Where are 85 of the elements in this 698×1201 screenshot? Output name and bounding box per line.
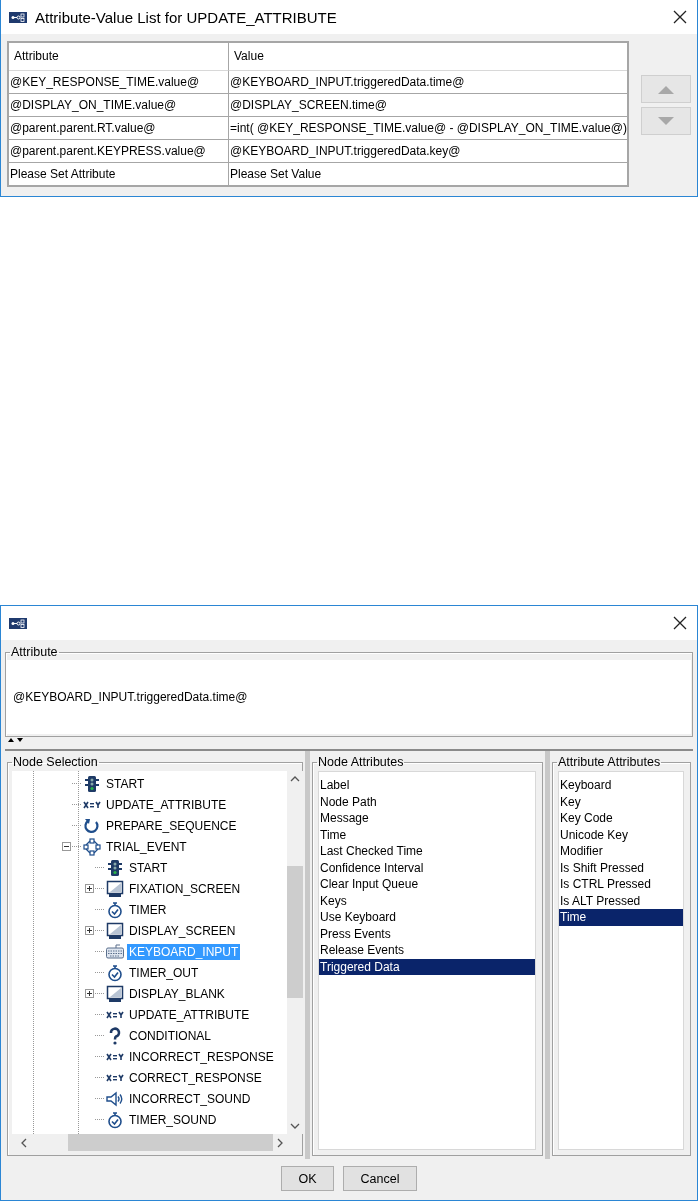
stopwatch-icon bbox=[108, 964, 122, 981]
table-cell[interactable]: @KEYBOARD_INPUT.triggeredData.key@ bbox=[229, 140, 627, 163]
table-cell[interactable]: @DISPLAY_SCREEN.time@ bbox=[229, 94, 627, 117]
list-item[interactable]: Release Events bbox=[319, 942, 535, 959]
tree-node[interactable]: TIMER_SOUND bbox=[127, 1111, 219, 1128]
list-item[interactable]: Modifier bbox=[559, 843, 683, 860]
list-item[interactable]: Key Code bbox=[559, 810, 683, 827]
stopwatch-icon bbox=[108, 901, 122, 918]
list-item[interactable]: Keyboard bbox=[559, 777, 683, 794]
ok-button[interactable]: OK bbox=[281, 1166, 334, 1191]
table-cell[interactable]: @parent.parent.RT.value@ bbox=[9, 117, 229, 140]
expand-toggle[interactable] bbox=[85, 926, 94, 935]
app-icon bbox=[9, 617, 27, 629]
attribute-field[interactable]: @KEYBOARD_INPUT.triggeredData.time@ bbox=[7, 660, 691, 734]
traffic-light-icon bbox=[108, 859, 122, 876]
equals-icon bbox=[106, 1052, 124, 1061]
keyboard-icon bbox=[106, 944, 124, 958]
tree-node[interactable]: START bbox=[104, 775, 147, 792]
app-icon bbox=[9, 11, 27, 23]
tree-node[interactable]: CORRECT_RESPONSE bbox=[127, 1069, 264, 1086]
tree-node[interactable]: INCORRECT_RESPONSE bbox=[127, 1048, 276, 1065]
collapse-toggle[interactable] bbox=[62, 842, 71, 851]
equals-icon bbox=[83, 800, 101, 809]
tree-node[interactable]: FIXATION_SCREEN bbox=[127, 880, 243, 897]
table-cell[interactable]: Please Set Attribute bbox=[9, 163, 229, 185]
equals-icon bbox=[106, 1010, 124, 1019]
up-triangle-icon bbox=[657, 84, 675, 94]
tree-node[interactable]: DISPLAY_SCREEN bbox=[127, 922, 238, 939]
list-item[interactable]: Label bbox=[319, 777, 535, 794]
close-icon[interactable] bbox=[673, 616, 687, 630]
list-item[interactable]: Key bbox=[559, 793, 683, 810]
list-item[interactable]: Is ALT Pressed bbox=[559, 892, 683, 909]
list-item[interactable]: Press Events bbox=[319, 925, 535, 942]
list-item[interactable]: Clear Input Queue bbox=[319, 876, 535, 893]
close-icon[interactable] bbox=[673, 10, 687, 24]
list-item[interactable]: Unicode Key bbox=[559, 826, 683, 843]
tree-node[interactable]: UPDATE_ATTRIBUTE bbox=[104, 796, 229, 813]
stopwatch-icon bbox=[108, 1111, 122, 1128]
list-item[interactable]: Keys bbox=[319, 892, 535, 909]
list-item[interactable]: Use Keyboard bbox=[319, 909, 535, 926]
speaker-icon bbox=[106, 1091, 123, 1106]
list-item[interactable]: Time bbox=[319, 826, 535, 843]
tree-node[interactable]: PREPARE_SEQUENCE bbox=[104, 817, 239, 834]
table-cell[interactable]: @parent.parent.KEYPRESS.value@ bbox=[9, 140, 229, 163]
equals-icon bbox=[106, 1073, 124, 1082]
expand-toggle[interactable] bbox=[85, 989, 94, 998]
tree-node[interactable]: UPDATE_ATTRIBUTE bbox=[127, 1006, 252, 1023]
tree-node[interactable]: START bbox=[127, 859, 170, 876]
list-item[interactable]: Is CTRL Pressed bbox=[559, 876, 683, 893]
list-item[interactable]: Last Checked Time bbox=[319, 843, 535, 860]
monitor-icon bbox=[106, 880, 124, 897]
list-item[interactable]: Triggered Data bbox=[319, 958, 535, 975]
list-item[interactable]: Time bbox=[559, 909, 683, 926]
question-icon bbox=[109, 1027, 121, 1045]
window-title: Attribute-Value List for UPDATE_ATTRIBUTE bbox=[35, 8, 338, 26]
group-label: Node Selection bbox=[12, 755, 99, 769]
traffic-light-icon bbox=[85, 775, 99, 792]
tree-node[interactable]: CONDITIONAL bbox=[127, 1027, 213, 1044]
list-item[interactable]: Node Path bbox=[319, 793, 535, 810]
group-label: Attribute Attributes bbox=[557, 755, 662, 769]
cancel-button[interactable]: Cancel bbox=[343, 1166, 417, 1191]
splitter-arrows-icon[interactable] bbox=[7, 737, 25, 743]
monitor-icon bbox=[106, 985, 124, 1002]
tree-node[interactable]: INCORRECT_SOUND bbox=[127, 1090, 253, 1107]
expand-toggle[interactable] bbox=[85, 884, 94, 893]
table-cell[interactable]: =int( @KEY_RESPONSE_TIME.value@ - @DISPLAY_ON_TIME.value@) bbox=[229, 117, 627, 140]
tree-node[interactable]: TIMER_OUT bbox=[127, 964, 201, 981]
list-item[interactable]: Confidence Interval bbox=[319, 859, 535, 876]
tree-node[interactable]: TRIAL_EVENT bbox=[104, 838, 189, 855]
column-header[interactable]: Value bbox=[229, 43, 627, 71]
table-cell[interactable]: @KEYBOARD_INPUT.triggeredData.time@ bbox=[229, 71, 627, 94]
table-cell[interactable]: Please Set Value bbox=[229, 163, 627, 185]
down-triangle-icon bbox=[657, 116, 675, 126]
tree-node[interactable]: DISPLAY_BLANK bbox=[127, 985, 227, 1002]
list-item[interactable]: Is Shift Pressed bbox=[559, 859, 683, 876]
table-cell[interactable]: @KEY_RESPONSE_TIME.value@ bbox=[9, 71, 229, 94]
group-label: Node Attributes bbox=[317, 755, 405, 769]
tree-node[interactable]: TIMER bbox=[127, 901, 169, 918]
table-cell[interactable]: @DISPLAY_ON_TIME.value@ bbox=[9, 94, 229, 117]
group-label: Attribute bbox=[10, 645, 59, 659]
monitor-icon bbox=[106, 922, 124, 939]
column-header[interactable]: Attribute bbox=[9, 43, 229, 71]
refresh-icon bbox=[84, 818, 99, 833]
list-item[interactable]: Message bbox=[319, 810, 535, 827]
flow-nodes-icon bbox=[83, 837, 101, 856]
